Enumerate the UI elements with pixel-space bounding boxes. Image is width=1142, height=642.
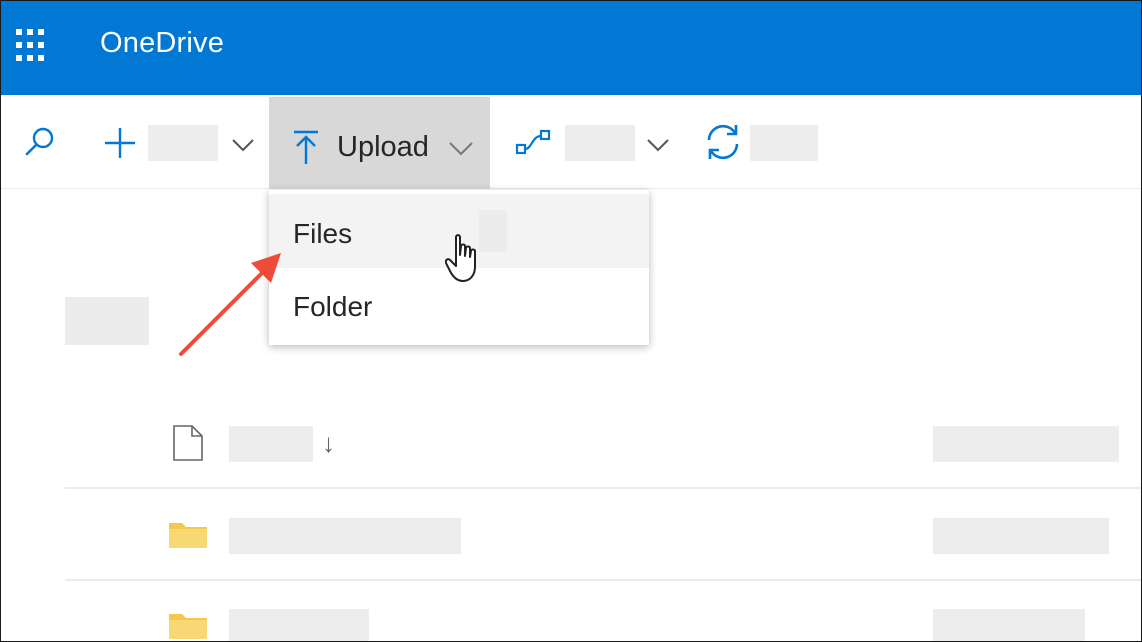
annotation-arrow-icon: [179, 253, 281, 356]
chevron-down-icon: [449, 142, 473, 156]
file-name-redacted[interactable]: [229, 518, 461, 554]
chevron-down-icon[interactable]: [231, 137, 255, 153]
plus-icon[interactable]: [103, 126, 137, 160]
file-name-redacted[interactable]: [229, 609, 369, 641]
upload-arrow-icon: [294, 130, 318, 164]
row-divider: [65, 579, 1141, 581]
sort-indicator[interactable]: ↓: [322, 428, 335, 459]
modified-date-redacted: [933, 609, 1085, 641]
folder-icon: [169, 523, 207, 548]
section-heading-redacted: [65, 297, 149, 345]
hand-pointer-cursor-icon: [445, 234, 476, 282]
search-icon[interactable]: [23, 125, 57, 159]
modified-date-redacted: [933, 518, 1109, 554]
row-divider: [65, 487, 1141, 489]
flow-button-label-redacted[interactable]: [565, 125, 635, 161]
onedrive-window: OneDrive Upload ↓ Files Folder: [0, 0, 1142, 642]
app-title[interactable]: OneDrive: [100, 27, 224, 60]
sync-button-label-redacted[interactable]: [750, 125, 818, 161]
command-bar: Upload: [1, 95, 1141, 189]
link-flow-icon[interactable]: [514, 127, 552, 159]
modified-column-header-redacted[interactable]: [933, 426, 1119, 462]
upload-label: Upload: [337, 131, 429, 163]
new-button-label-redacted[interactable]: [148, 125, 218, 161]
name-column-header-redacted[interactable]: [229, 426, 313, 462]
menu-item-label: Folder: [293, 291, 373, 322]
suite-header: OneDrive: [1, 1, 1141, 95]
document-icon: [173, 425, 203, 461]
app-launcher-waffle-icon[interactable]: [16, 29, 50, 63]
chevron-down-icon[interactable]: [646, 137, 670, 153]
folder-icon: [169, 614, 207, 639]
sync-icon[interactable]: [703, 122, 743, 162]
menu-item-label: Files: [293, 218, 353, 249]
